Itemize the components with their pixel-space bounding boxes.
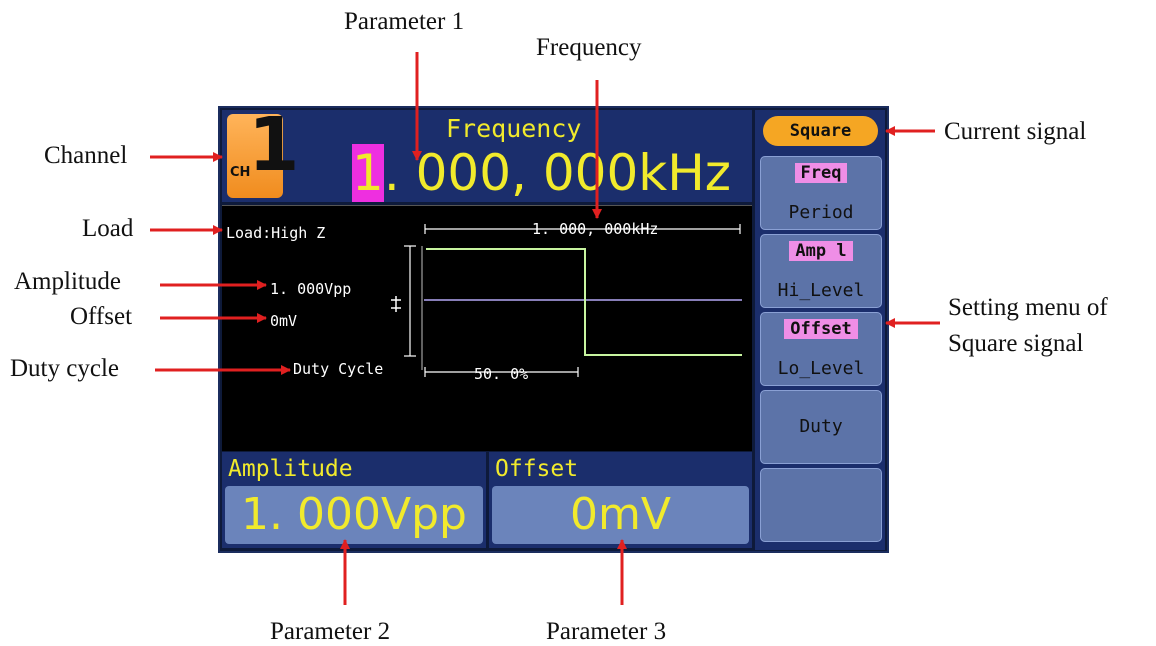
square-waveform-trace (426, 248, 742, 356)
amplitude-span-marker (404, 245, 416, 357)
frequency-span-marker (424, 224, 741, 234)
duty-span-marker (424, 367, 579, 377)
overlay-graphics (150, 52, 940, 605)
offset-marker (391, 296, 401, 312)
